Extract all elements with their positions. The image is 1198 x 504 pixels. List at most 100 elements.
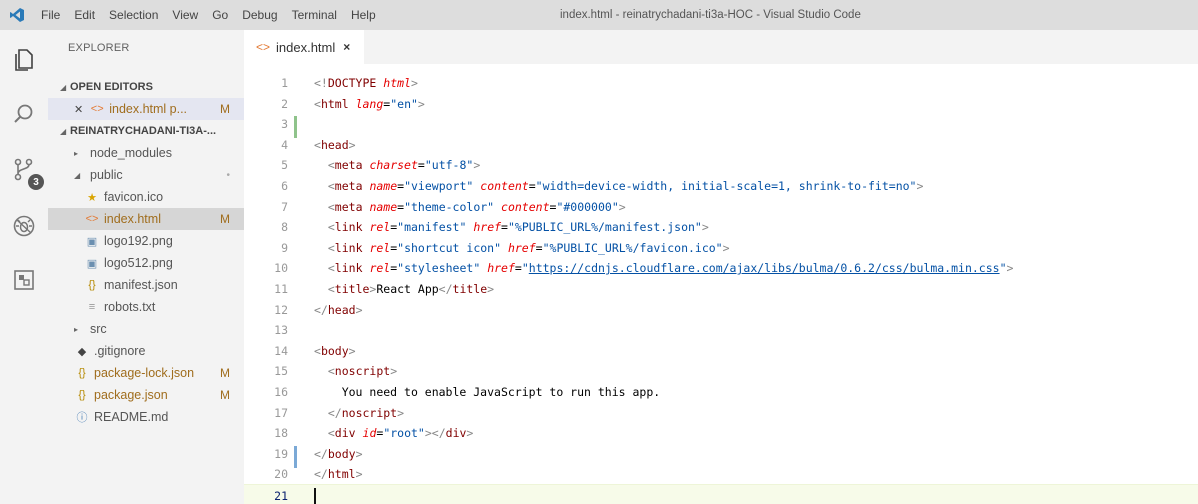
star-icon: ★ bbox=[87, 191, 97, 204]
code-line[interactable]: 16 You need to enable JavaScript to run … bbox=[244, 381, 1198, 403]
menu-selection[interactable]: Selection bbox=[102, 0, 165, 30]
menu-edit[interactable]: Edit bbox=[67, 0, 102, 30]
tree-item-public[interactable]: ◢ public • bbox=[48, 164, 244, 186]
tab-bar: <> index.html × bbox=[244, 30, 1198, 64]
tree-item-manifest-json[interactable]: {} manifest.json bbox=[48, 274, 244, 296]
code-line[interactable]: 6 <meta name="viewport" content="width=d… bbox=[244, 175, 1198, 197]
code-line[interactable]: 11 <title>React App</title> bbox=[244, 278, 1198, 300]
code-line[interactable]: 2 <html lang="en"> bbox=[244, 93, 1198, 115]
text-cursor bbox=[314, 488, 316, 504]
code-line[interactable]: 7 <meta name="theme-color" content="#000… bbox=[244, 196, 1198, 218]
line-number: 20 bbox=[274, 467, 288, 482]
open-editors-section[interactable]: ◢ OPEN EDITORS bbox=[48, 76, 244, 98]
code-text: <div id="root"></div> bbox=[327, 426, 474, 441]
menu-debug[interactable]: Debug bbox=[235, 0, 284, 30]
code-line[interactable]: 1 <!DOCTYPE html> bbox=[244, 72, 1198, 94]
tree-item-package-json[interactable]: {} package.json M bbox=[48, 384, 244, 406]
line-number: 15 bbox=[274, 364, 288, 379]
code-text: <meta charset="utf-8"> bbox=[327, 158, 481, 173]
code-line[interactable]: 8 <link rel="manifest" href="%PUBLIC_URL… bbox=[244, 216, 1198, 238]
line-number: 18 bbox=[274, 426, 288, 441]
code-text: </body> bbox=[314, 446, 363, 461]
open-editor-item[interactable]: ✕ <> index.html p... M bbox=[48, 98, 244, 120]
json-file-icon: {} bbox=[88, 279, 96, 291]
code-editor[interactable]: 1 <!DOCTYPE html> 2 <html lang="en"> 3 4 <head… bbox=[244, 64, 1198, 504]
explorer-sidebar: EXPLORER ◢ OPEN EDITORS ✕ <> index.html … bbox=[48, 30, 244, 504]
html-file-icon: <> bbox=[85, 213, 99, 225]
modified-status: M bbox=[220, 212, 230, 226]
chevron-right-icon: ▸ bbox=[74, 324, 79, 334]
explorer-icon[interactable] bbox=[0, 36, 48, 84]
code-line[interactable]: 15 <noscript> bbox=[244, 360, 1198, 382]
tree-item-src[interactable]: ▸ src bbox=[48, 318, 244, 340]
chevron-down-icon: ◢ bbox=[60, 126, 67, 136]
tree-item-readme-md[interactable]: ⓘ README.md bbox=[48, 406, 244, 428]
code-line[interactable]: 19 </body> bbox=[244, 443, 1198, 465]
text-file-icon: ≡ bbox=[88, 301, 96, 313]
tab-index-html[interactable]: <> index.html × bbox=[244, 30, 364, 64]
search-icon[interactable] bbox=[0, 90, 48, 138]
code-line[interactable]: 5 <meta charset="utf-8"> bbox=[244, 154, 1198, 176]
tree-item-label: node_modules bbox=[90, 146, 173, 160]
line-number: 14 bbox=[274, 343, 288, 358]
menu-file[interactable]: File bbox=[34, 0, 67, 30]
code-line[interactable]: 20 </html> bbox=[244, 463, 1198, 485]
line-number: 1 bbox=[281, 76, 288, 90]
close-icon[interactable]: × bbox=[343, 40, 350, 54]
code-text: You need to enable JavaScript to run thi… bbox=[341, 385, 661, 399]
chevron-right-icon: ▸ bbox=[74, 148, 79, 158]
line-number: 17 bbox=[274, 405, 288, 420]
code-line[interactable]: 4 <head> bbox=[244, 134, 1198, 156]
tree-item-logo192-png[interactable]: ▣ logo192.png bbox=[48, 230, 244, 252]
line-number: 11 bbox=[274, 282, 288, 296]
open-editor-label: index.html p... bbox=[109, 102, 188, 116]
project-section[interactable]: ◢ REINATRYCHADANI-TI3A-... bbox=[48, 120, 244, 142]
line-number: 7 bbox=[281, 199, 288, 214]
tree-item-label: src bbox=[90, 322, 107, 336]
tree-item-favicon-ico[interactable]: ★ favicon.ico bbox=[48, 186, 244, 208]
modified-status: M bbox=[220, 366, 230, 380]
chevron-down-icon: ◢ bbox=[74, 170, 81, 180]
extensions-icon[interactable] bbox=[0, 256, 48, 304]
code-line[interactable]: 21 bbox=[244, 484, 1198, 504]
tree-item-logo512-png[interactable]: ▣ logo512.png bbox=[48, 252, 244, 274]
changes-dot: • bbox=[226, 169, 230, 181]
code-text: <link rel="shortcut icon" href="%PUBLIC_… bbox=[327, 240, 730, 255]
tree-item-label: public bbox=[90, 168, 123, 182]
line-number: 13 bbox=[274, 323, 288, 338]
code-line[interactable]: 17 </noscript> bbox=[244, 402, 1198, 424]
tree-item-package-lock-json[interactable]: {} package-lock.json M bbox=[48, 362, 244, 384]
tree-item-label: robots.txt bbox=[104, 300, 156, 314]
line-number: 16 bbox=[274, 385, 288, 399]
tree-item--gitignore[interactable]: ◆ .gitignore bbox=[48, 340, 244, 362]
line-number: 6 bbox=[281, 179, 288, 193]
debug-icon[interactable] bbox=[0, 202, 48, 250]
menu-view[interactable]: View bbox=[165, 0, 205, 30]
code-line[interactable]: 3 bbox=[244, 113, 1198, 135]
code-line[interactable]: 18 <div id="root"></div> bbox=[244, 422, 1198, 444]
explorer-title: EXPLORER bbox=[68, 42, 130, 54]
menu-go[interactable]: Go bbox=[205, 0, 235, 30]
modified-status: M bbox=[220, 102, 230, 116]
window-title: index.html - reinatrychadani-ti3a-HOC - … bbox=[560, 9, 861, 21]
code-line[interactable]: 10 <link rel="stylesheet" href="https://… bbox=[244, 257, 1198, 279]
code-text: </head> bbox=[314, 302, 363, 317]
code-line[interactable]: 14 <body> bbox=[244, 340, 1198, 362]
code-line[interactable]: 13 bbox=[244, 319, 1198, 341]
code-text: </noscript> bbox=[327, 405, 405, 420]
tree-item-node-modules[interactable]: ▸ node_modules bbox=[48, 142, 244, 164]
vscode-logo-icon bbox=[0, 0, 34, 30]
source-control-icon[interactable]: 3 bbox=[0, 146, 48, 194]
tree-item-label: favicon.ico bbox=[104, 190, 164, 204]
tree-item-robots-txt[interactable]: ≡ robots.txt bbox=[48, 296, 244, 318]
code-text: <html lang="en"> bbox=[314, 96, 425, 111]
menu-help[interactable]: Help bbox=[344, 0, 383, 30]
tree-item-label: manifest.json bbox=[104, 278, 178, 292]
close-icon[interactable]: ✕ bbox=[74, 103, 83, 116]
code-line[interactable]: 12 </head> bbox=[244, 299, 1198, 321]
code-text: <meta name="theme-color" content="#00000… bbox=[327, 199, 626, 214]
tree-item-label: logo512.png bbox=[104, 256, 173, 270]
tree-item-index-html[interactable]: <> index.html M bbox=[48, 208, 244, 230]
menu-terminal[interactable]: Terminal bbox=[285, 0, 344, 30]
code-line[interactable]: 9 <link rel="shortcut icon" href="%PUBLI… bbox=[244, 237, 1198, 259]
